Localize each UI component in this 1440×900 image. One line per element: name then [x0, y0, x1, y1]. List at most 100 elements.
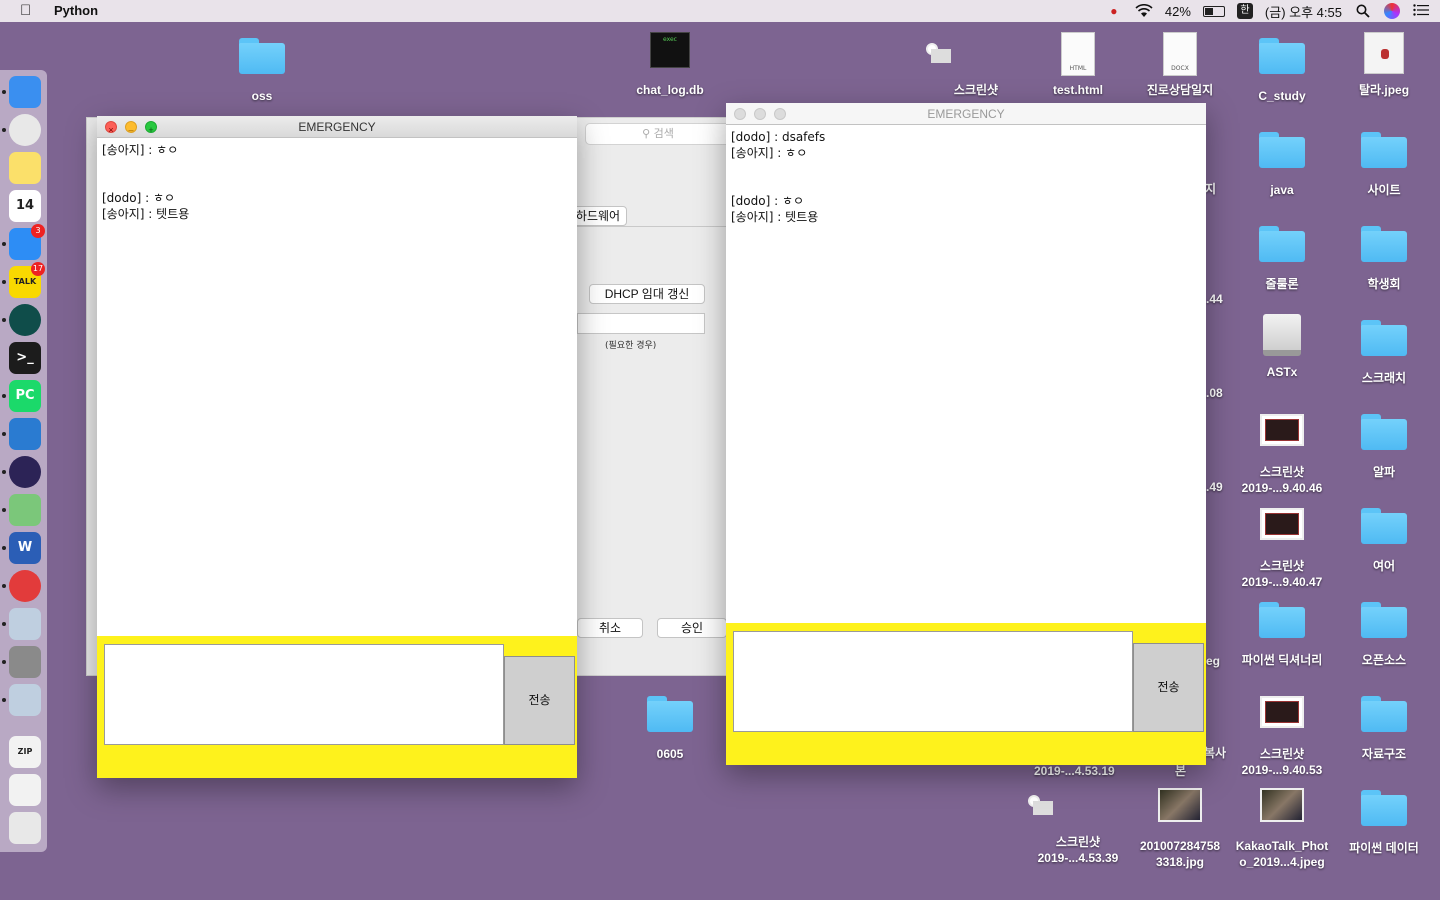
desktop-icon[interactable]: 학생회 — [1334, 220, 1434, 292]
desktop-icon[interactable]: HTML test.html — [1028, 32, 1128, 98]
screenshot-thumbnail-icon — [1028, 784, 1128, 830]
title-bar[interactable]: × – + EMERGENCY — [97, 116, 577, 138]
chat-window-left: × – + EMERGENCY [송아지] : ㅎㅇ [dodo] : ㅎㅇ [송아… — [97, 116, 577, 778]
dock-icon-label: 14 — [15, 198, 35, 213]
chat-log[interactable]: [송아지] : ㅎㅇ [dodo] : ㅎㅇ [송아지] : 텟트용 — [97, 138, 577, 636]
desktop-icon[interactable]: DOCX 진로상담일지 — [1130, 32, 1230, 98]
running-indicator — [2, 698, 6, 702]
desktop-icon[interactable]: 파이썬 딕셔너리 — [1232, 596, 1332, 668]
desktop-icon-label: 스크린샷 — [953, 83, 999, 97]
message-input[interactable] — [733, 631, 1133, 732]
folder-icon — [1232, 226, 1332, 272]
desktop-icon-label: KakaoTalk_Phot o_2019...4.jpeg — [1235, 839, 1329, 869]
dock-rocket-icon[interactable] — [9, 608, 41, 640]
minimize-button[interactable] — [754, 108, 766, 120]
send-button[interactable]: 전송 — [1133, 643, 1204, 732]
network-search-field[interactable]: ⚲ 검색 — [585, 123, 731, 145]
dock-screenshot-stack-icon[interactable] — [9, 774, 41, 806]
dock-gitkraken-icon[interactable] — [9, 304, 41, 336]
dock-zip-file-icon[interactable]: ZIP — [9, 736, 41, 768]
desktop-icon-label: 진로상담일지 — [1146, 83, 1214, 97]
desktop-icon[interactable]: 스크린샷 — [926, 32, 1026, 98]
dhcp-client-id-field[interactable] — [577, 313, 705, 334]
desktop-icon[interactable]: 0605 — [620, 690, 720, 762]
screenshot-thumbnail-icon — [926, 32, 1026, 78]
desktop-icon[interactable]: oss — [212, 32, 312, 104]
disk-image-icon — [1232, 314, 1332, 360]
folder-icon — [1334, 602, 1434, 648]
dock-vscode-icon[interactable] — [9, 418, 41, 450]
dock-terminal-icon[interactable]: >_ — [9, 342, 41, 374]
message-input[interactable] — [104, 644, 504, 745]
chat-log[interactable]: [dodo] : dsafefs [송아지] : ㅎㅇ [dodo] : ㅎㅇ [송아… — [726, 125, 1206, 623]
desktop-icon[interactable]: 알파 — [1334, 408, 1434, 480]
desktop-icon[interactable]: 사이트 — [1334, 126, 1434, 198]
minimize-button[interactable]: – — [125, 121, 137, 135]
desktop-icon[interactable]: java — [1232, 126, 1332, 198]
dock-calendar-icon[interactable]: 14 — [9, 190, 41, 222]
desktop-icon[interactable]: 201007284758 3318.jpg — [1130, 784, 1230, 870]
dock-icon-label: W — [17, 540, 33, 555]
desktop-icon[interactable]: ASTx — [1232, 314, 1332, 380]
zoom-button[interactable]: + — [145, 121, 157, 135]
running-indicator — [2, 622, 6, 626]
dhcp-renew-button[interactable]: DHCP 임대 갱신 — [589, 284, 705, 304]
close-button[interactable]: × — [105, 121, 117, 135]
dock-eclipse-icon[interactable] — [9, 456, 41, 488]
desktop-icon-label: 0605 — [656, 747, 684, 761]
notification-center-icon[interactable] — [1412, 4, 1430, 18]
cancel-button[interactable]: 취소 — [577, 618, 643, 638]
folder-icon — [1334, 508, 1434, 554]
folder-icon — [620, 696, 720, 742]
title-bar[interactable]: EMERGENCY — [726, 103, 1206, 125]
desktop-icon[interactable]: 여어 — [1334, 502, 1434, 574]
desktop-icon[interactable]: 줄룰론 — [1232, 220, 1332, 292]
notification-app-icon[interactable]: ● — [1105, 4, 1123, 18]
desktop-icon[interactable]: 스크린샷 2019-...9.40.46 — [1232, 408, 1332, 496]
desktop-icon[interactable]: C_study — [1232, 32, 1332, 104]
file-type-tag: HTML — [1069, 65, 1087, 72]
apple-menu-icon[interactable]:  — [20, 2, 31, 19]
tab-hardware[interactable]: 하드웨어 — [569, 206, 627, 226]
spotlight-search-icon[interactable] — [1354, 4, 1372, 18]
dock-pycharm-icon[interactable]: PC — [9, 380, 41, 412]
dock-system-preferences-icon[interactable] — [9, 646, 41, 678]
zoom-button[interactable] — [774, 108, 786, 120]
dock-rocket-2-icon[interactable] — [9, 684, 41, 716]
desktop-icon[interactable]: 오픈소스 — [1334, 596, 1434, 668]
app-name-menu[interactable]: Python — [54, 3, 98, 18]
desktop-icon[interactable]: 파이썬 데이터 — [1334, 784, 1434, 856]
desktop-icon[interactable]: 스크래치 — [1334, 314, 1434, 386]
desktop-icon[interactable]: 스크린샷 2019-...4.53.39 — [1028, 784, 1128, 866]
running-indicator — [2, 470, 6, 474]
battery-percent[interactable]: 42% — [1165, 4, 1191, 19]
dock-word-icon[interactable]: W — [9, 532, 41, 564]
screenshot-thumbnail-icon — [1232, 508, 1332, 554]
wifi-icon[interactable] — [1135, 4, 1153, 18]
dock-app-store-icon[interactable]: 3 — [9, 224, 45, 260]
desktop-icon-label: ASTx — [1266, 365, 1298, 379]
dock-airmail-icon[interactable] — [9, 570, 41, 602]
battery-icon[interactable] — [1202, 5, 1225, 17]
desktop-icon[interactable]: 스크린샷 2019-...9.40.47 — [1232, 502, 1332, 590]
desktop-icon[interactable]: KakaoTalk_Phot o_2019...4.jpeg — [1232, 784, 1332, 870]
desktop-icon[interactable]: 스크린샷 2019-...9.40.53 — [1232, 690, 1332, 778]
search-placeholder: 검색 — [653, 127, 674, 140]
dock-kakaotalk-icon[interactable]: TALK 17 — [9, 262, 45, 298]
siri-icon[interactable] — [1384, 3, 1400, 19]
desktop-icon[interactable]: 자료구조 — [1334, 690, 1434, 762]
chat-message — [731, 177, 1201, 193]
close-button[interactable] — [734, 108, 746, 120]
chat-message: [송아지] : 텟트용 — [102, 207, 190, 221]
approve-button[interactable]: 승인 — [657, 618, 727, 638]
dock-notes-icon[interactable] — [9, 152, 41, 184]
desktop-icon[interactable]: 탈라.jpeg — [1334, 32, 1434, 98]
dock-chrome-icon[interactable] — [9, 114, 41, 146]
send-button[interactable]: 전송 — [504, 656, 575, 745]
dock-android-studio-icon[interactable] — [9, 494, 41, 526]
input-method-icon[interactable]: 한 — [1236, 3, 1253, 19]
dock-trash-icon[interactable] — [9, 812, 41, 844]
dock-finder-icon[interactable] — [9, 76, 41, 108]
desktop-icon[interactable]: exec chat_log.db — [620, 32, 720, 98]
clock[interactable]: (금) 오후 4:55 — [1265, 2, 1342, 21]
